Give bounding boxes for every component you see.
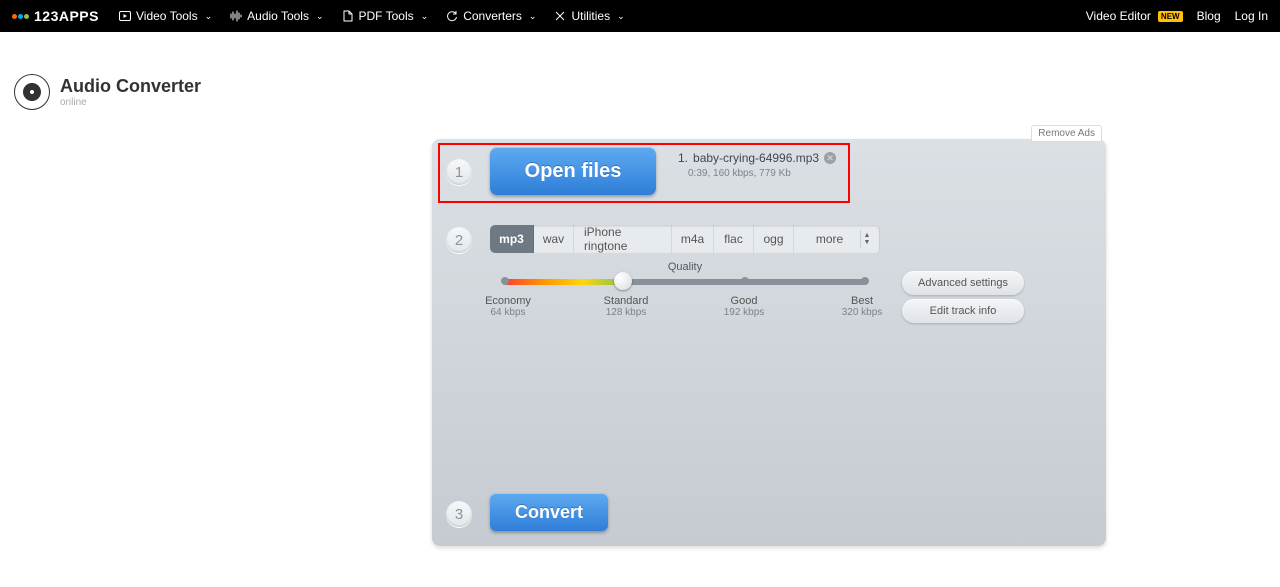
tick-rate: 128 kbps — [596, 307, 656, 318]
tick-name: Economy — [478, 295, 538, 307]
nav-label: Converters — [463, 9, 522, 23]
nav-label: Log In — [1235, 9, 1268, 23]
format-tabs: mp3 wav iPhone ringtone m4a flac ogg mor… — [490, 225, 880, 253]
tab-mp3[interactable]: mp3 — [490, 225, 534, 253]
disc-icon — [14, 74, 50, 110]
nav-items: Video Tools ⌄ Audio Tools ⌄ PDF Tools ⌄ … — [119, 9, 625, 23]
open-files-button[interactable]: Open files — [490, 147, 656, 195]
close-icon: ✕ — [826, 153, 834, 164]
file-meta: 0:39, 160 kbps, 779 Kb — [688, 168, 836, 179]
nav-login[interactable]: Log In — [1235, 9, 1268, 23]
slider-knob[interactable] — [614, 272, 632, 290]
chevron-down-icon: ⌄ — [617, 11, 625, 22]
convert-button[interactable]: Convert — [490, 493, 608, 531]
slider-fill — [504, 279, 622, 285]
refresh-icon — [446, 10, 458, 22]
quality-slider[interactable] — [504, 279, 866, 285]
nav-label: Audio Tools — [247, 9, 309, 23]
step-number-1: 1 — [446, 159, 472, 185]
tick-name: Good — [714, 295, 774, 307]
app-title: Audio Converter — [60, 76, 201, 97]
stepper-arrows-icon: ▲▼ — [860, 230, 873, 248]
waveform-icon — [230, 10, 242, 22]
tab-flac[interactable]: flac — [714, 225, 754, 253]
slider-tick — [861, 277, 869, 285]
tick-rate: 320 kbps — [832, 307, 892, 318]
slider-tick — [741, 277, 749, 285]
tick-name: Standard — [596, 295, 656, 307]
remove-file-button[interactable]: ✕ — [824, 152, 836, 164]
top-navbar: 123APPS Video Tools ⌄ Audio Tools ⌄ PDF … — [0, 0, 1280, 32]
nav-audio-tools[interactable]: Audio Tools ⌄ — [230, 9, 323, 23]
new-badge: NEW — [1158, 11, 1183, 22]
nav-label: Video Tools — [136, 9, 198, 23]
chevron-down-icon: ⌄ — [316, 11, 324, 22]
tick-rate: 64 kbps — [478, 307, 538, 318]
quality-tick-labels: Economy 64 kbps Standard 128 kbps Good 1… — [490, 295, 880, 318]
remove-ads-button[interactable]: Remove Ads — [1031, 125, 1102, 142]
nav-right: Video Editor NEW Blog Log In — [1086, 9, 1268, 23]
logo[interactable]: 123APPS — [12, 8, 99, 24]
nav-label: Blog — [1197, 9, 1221, 23]
file-entry: 1. baby-crying-64996.mp3 ✕ 0:39, 160 kbp… — [678, 151, 836, 179]
tools-icon — [554, 10, 566, 22]
nav-converters[interactable]: Converters ⌄ — [446, 9, 536, 23]
tick-name: Best — [832, 295, 892, 307]
tab-more-label: more — [816, 232, 843, 246]
nav-label: PDF Tools — [359, 9, 414, 23]
file-name-text: baby-crying-64996.mp3 — [693, 151, 819, 165]
tab-iphone-ringtone[interactable]: iPhone ringtone — [574, 225, 672, 253]
chevron-down-icon: ⌄ — [529, 11, 537, 22]
nav-utilities[interactable]: Utilities ⌄ — [554, 9, 624, 23]
quality-tick-best: Best 320 kbps — [832, 295, 892, 318]
edit-track-info-button[interactable]: Edit track info — [902, 299, 1024, 323]
nav-pdf-tools[interactable]: PDF Tools ⌄ — [342, 9, 429, 23]
step-number-2: 2 — [446, 227, 472, 253]
nav-blog[interactable]: Blog — [1197, 9, 1221, 23]
quality-label: Quality — [490, 261, 880, 273]
nav-video-tools[interactable]: Video Tools ⌄ — [119, 9, 212, 23]
app-subtitle: online — [60, 97, 201, 108]
tab-wav[interactable]: wav — [534, 225, 574, 253]
logo-text: 123APPS — [34, 8, 99, 24]
logo-dots-icon — [12, 14, 30, 19]
chevron-down-icon: ⌄ — [421, 11, 429, 22]
converter-panel: Remove Ads 1 2 3 Open files 1. baby-cryi… — [432, 139, 1106, 546]
advanced-settings-button[interactable]: Advanced settings — [902, 271, 1024, 295]
tab-more[interactable]: more ▲▼ — [794, 225, 880, 253]
app-header: Audio Converter online — [0, 32, 1280, 110]
play-icon — [119, 10, 131, 22]
nav-label: Video Editor — [1086, 9, 1151, 23]
slider-tick — [501, 277, 509, 285]
tab-m4a[interactable]: m4a — [672, 225, 714, 253]
step-number-3: 3 — [446, 501, 472, 527]
nav-video-editor[interactable]: Video Editor NEW — [1086, 9, 1183, 23]
quality-section: Quality Economy 64 kbps Standard 128 kbp… — [490, 261, 880, 318]
file-index: 1. — [678, 151, 688, 165]
tick-rate: 192 kbps — [714, 307, 774, 318]
quality-tick-standard: Standard 128 kbps — [596, 295, 656, 318]
nav-label: Utilities — [571, 9, 610, 23]
tab-ogg[interactable]: ogg — [754, 225, 794, 253]
quality-tick-good: Good 192 kbps — [714, 295, 774, 318]
quality-tick-economy: Economy 64 kbps — [478, 295, 538, 318]
document-icon — [342, 10, 354, 22]
chevron-down-icon: ⌄ — [205, 11, 213, 22]
